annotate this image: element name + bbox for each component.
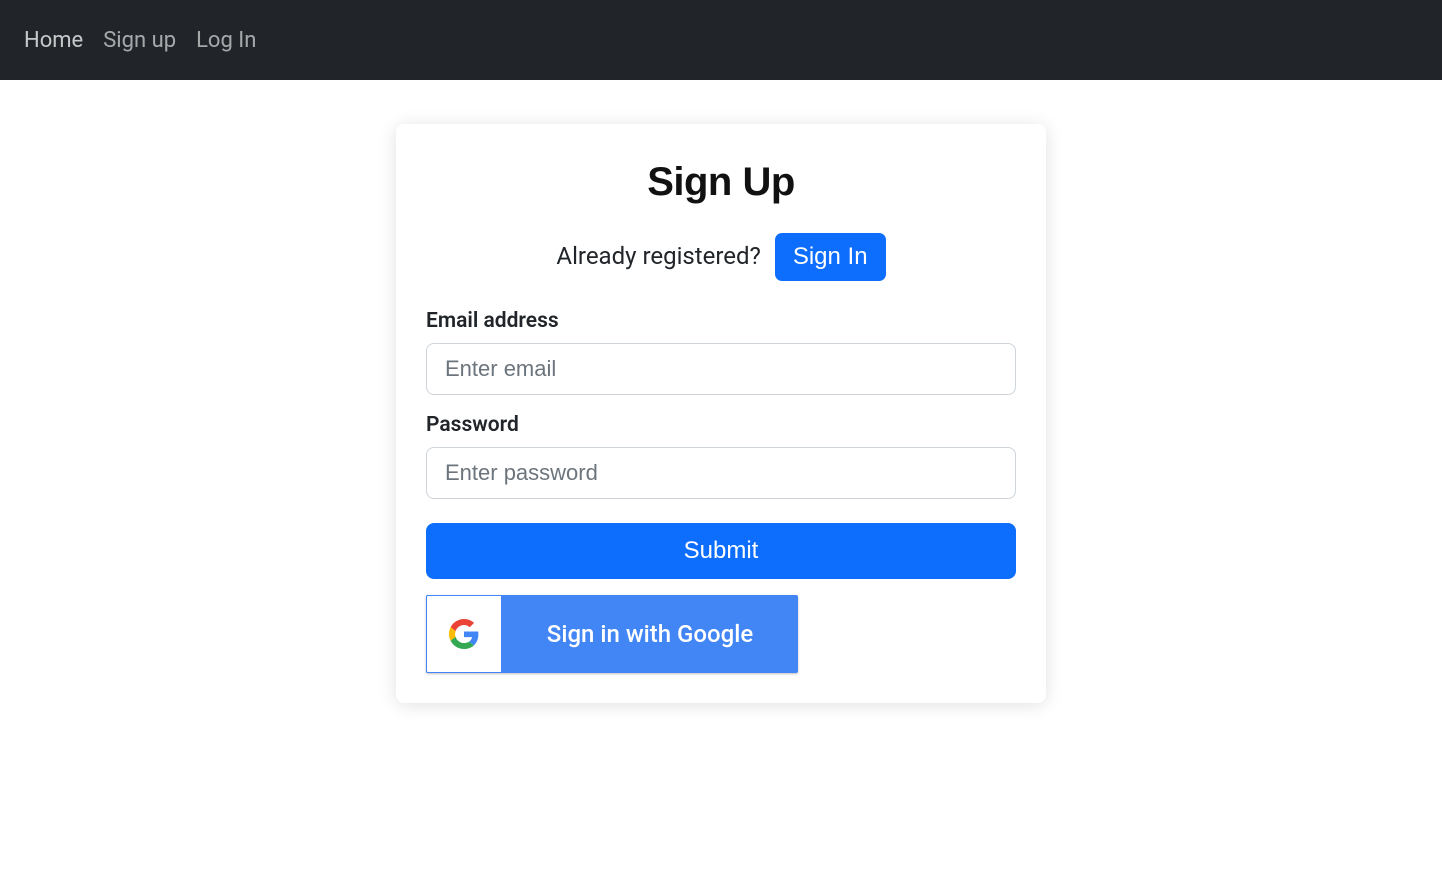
main-container: Sign Up Already registered? Sign In Emai… (0, 80, 1442, 747)
email-field[interactable] (426, 343, 1016, 395)
google-icon (426, 595, 502, 673)
email-group: Email address (426, 309, 1016, 395)
nav-home[interactable]: Home (24, 28, 83, 53)
already-registered-text: Already registered? (556, 242, 766, 270)
password-field[interactable] (426, 447, 1016, 499)
password-label: Password (426, 413, 1016, 437)
nav-signup[interactable]: Sign up (103, 28, 176, 53)
nav-login[interactable]: Log In (196, 28, 256, 53)
password-group: Password (426, 413, 1016, 499)
already-registered-row: Already registered? Sign In (426, 233, 1016, 281)
signin-button[interactable]: Sign In (775, 233, 886, 281)
email-label: Email address (426, 309, 1016, 333)
google-signin-label: Sign in with Google (502, 595, 798, 673)
navbar: Home Sign up Log In (0, 0, 1442, 80)
signup-card: Sign Up Already registered? Sign In Emai… (396, 124, 1046, 703)
page-title: Sign Up (426, 160, 1016, 205)
google-signin-button[interactable]: Sign in with Google (426, 595, 798, 673)
submit-button[interactable]: Submit (426, 523, 1016, 579)
